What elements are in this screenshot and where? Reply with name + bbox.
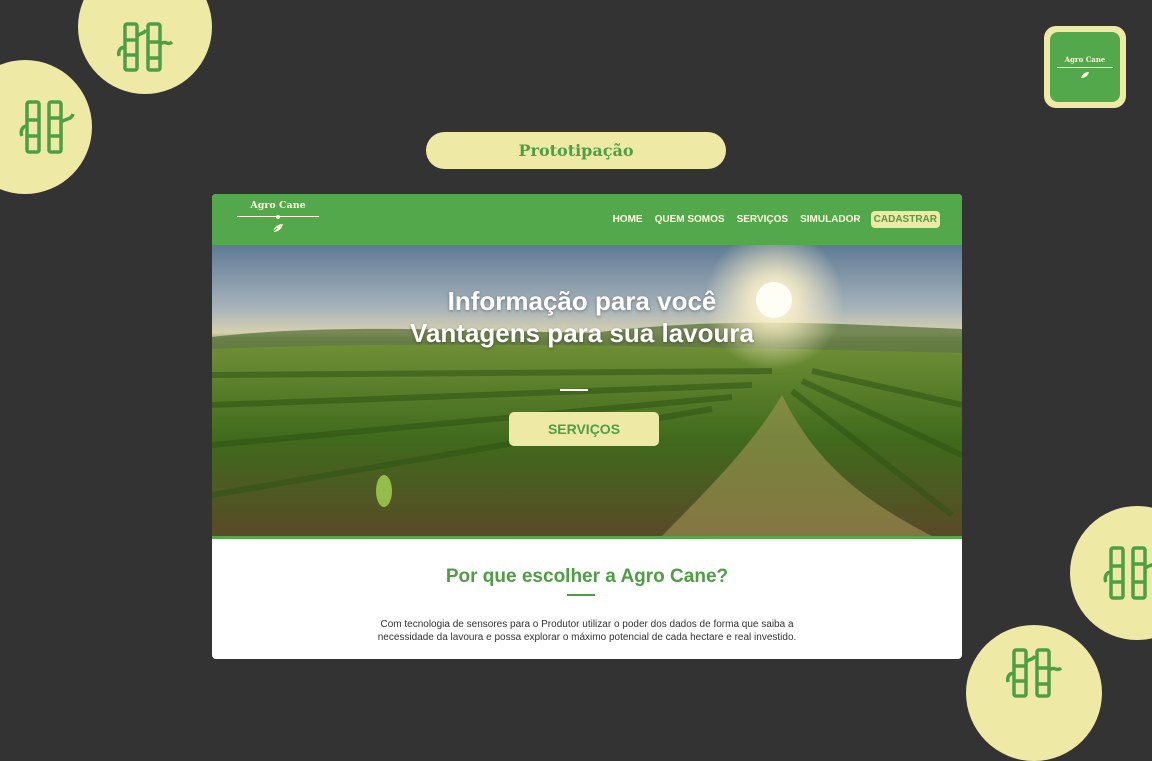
leaf-icon bbox=[1081, 72, 1089, 78]
leaf-icon bbox=[271, 224, 283, 234]
hero-title-line1: Informação para você bbox=[447, 286, 717, 316]
nav-link-simulador[interactable]: SIMULADOR bbox=[800, 214, 861, 225]
badge-logo-text: Agro Cane bbox=[1064, 55, 1106, 64]
hero-banner: Informação para você Vantagens para sua … bbox=[212, 245, 962, 536]
bamboo-badge-top bbox=[78, 0, 212, 94]
site-logo-text: Agro Cane bbox=[250, 200, 306, 211]
section-divider bbox=[567, 594, 595, 596]
section-text-line2: necessidade da lavoura e possa explorar … bbox=[377, 632, 797, 643]
app-logo-inner: Agro Cane bbox=[1050, 32, 1120, 102]
site-nav-links: HOME QUEM SOMOS SERVIÇOS SIMULADOR CADAS… bbox=[601, 210, 940, 228]
bamboo-icon bbox=[117, 22, 174, 72]
nav-link-home[interactable]: HOME bbox=[613, 214, 643, 225]
site-navbar: Agro Cane HOME QUEM SOMOS SERVIÇOS SIMUL… bbox=[212, 194, 962, 245]
nav-link-quem-somos[interactable]: QUEM SOMOS bbox=[655, 214, 725, 225]
hero-divider bbox=[560, 389, 588, 391]
website-mockup: Agro Cane HOME QUEM SOMOS SERVIÇOS SIMUL… bbox=[212, 194, 962, 659]
badge-logo-divider bbox=[1057, 67, 1113, 68]
hero-title-line2: Vantagens para sua lavoura bbox=[410, 318, 754, 348]
site-logo[interactable]: Agro Cane bbox=[236, 200, 320, 240]
hero-bottom-border bbox=[212, 536, 962, 539]
bamboo-badge-left bbox=[0, 60, 92, 194]
nav-link-servicos[interactable]: SERVIÇOS bbox=[737, 214, 789, 225]
bamboo-icon bbox=[19, 100, 75, 154]
nav-cadastrar-button[interactable]: CADASTRAR bbox=[870, 210, 940, 228]
section-heading: Por que escolher a Agro Cane? bbox=[445, 566, 729, 587]
section-description: Com tecnologia de sensores para o Produt… bbox=[362, 618, 812, 644]
bamboo-icon bbox=[1006, 648, 1063, 698]
section-text-line1: Com tecnologia de sensores para o Produt… bbox=[380, 619, 794, 630]
bamboo-badge-right bbox=[1070, 506, 1152, 640]
app-logo-badge: Agro Cane bbox=[1044, 26, 1126, 108]
bamboo-icon bbox=[1103, 546, 1152, 600]
site-logo-divider bbox=[237, 214, 319, 219]
section-label-pill: Prototipação bbox=[426, 132, 726, 169]
hero-servicos-button[interactable]: SERVIÇOS bbox=[509, 412, 659, 446]
bamboo-badge-bottom bbox=[966, 625, 1102, 761]
